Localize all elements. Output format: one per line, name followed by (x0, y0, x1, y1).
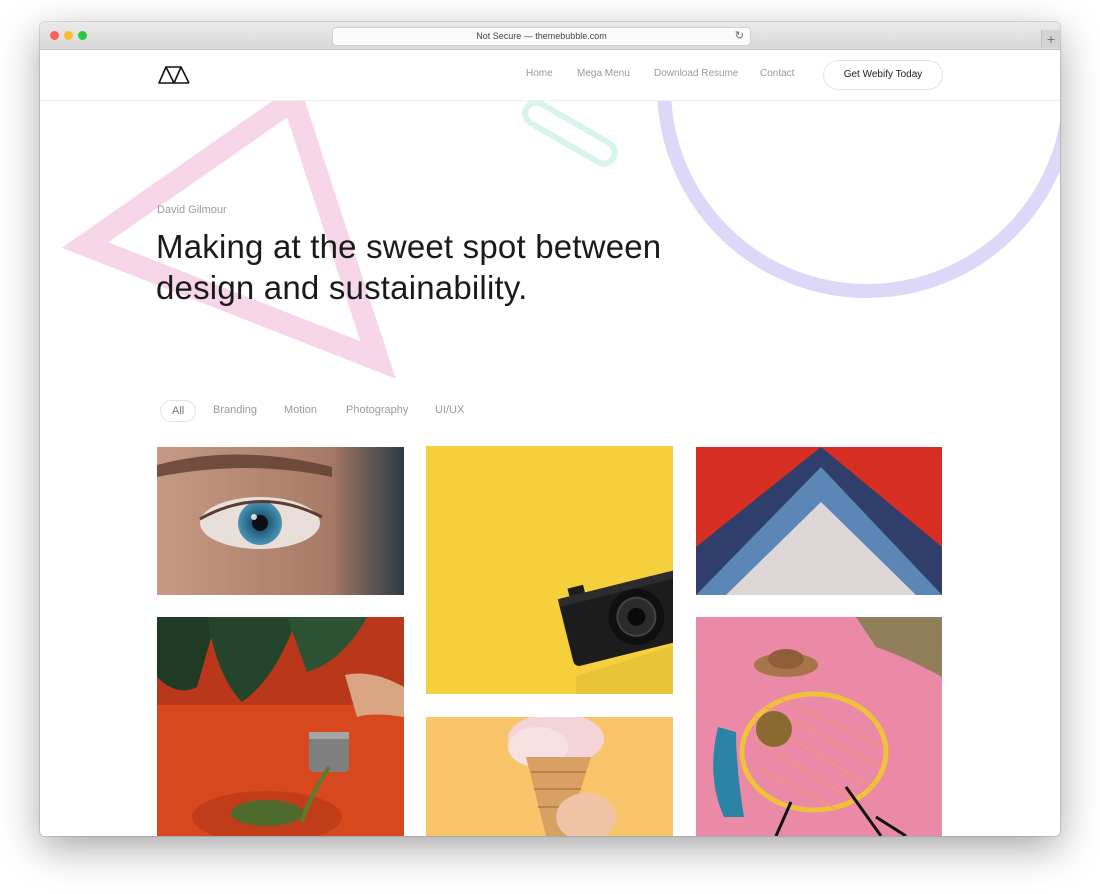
address-bar[interactable]: Not Secure — themebubble.com ↻ (332, 27, 751, 46)
eye-closeup-photo (157, 447, 404, 595)
filter-branding[interactable]: Branding (213, 400, 257, 420)
ice-cream-cone-photo (426, 717, 673, 836)
nav-link-home[interactable]: Home (526, 68, 553, 79)
zoom-window-icon[interactable] (78, 31, 87, 40)
reload-icon[interactable]: ↻ (735, 28, 744, 45)
camera-on-yellow-photo (426, 446, 673, 694)
portfolio-item-eye[interactable] (157, 447, 404, 595)
browser-window: Not Secure — themebubble.com ↻ + Home Me… (40, 22, 1060, 836)
page-viewport: Home Mega Menu Download Resume Contact G… (40, 50, 1060, 836)
nav-link-download-resume[interactable]: Download Resume (654, 68, 739, 79)
address-text: Not Secure — themebubble.com (476, 31, 607, 41)
filter-photography[interactable]: Photography (346, 400, 408, 420)
pink-chair-still-life-photo (696, 617, 942, 836)
folded-paper-shapes-photo (696, 447, 942, 595)
portfolio-item-paper[interactable] (696, 447, 942, 595)
pouring-on-orange-photo (157, 617, 404, 836)
hero-headline-line-2: design and sustainability. (156, 269, 528, 306)
browser-toolbar: Not Secure — themebubble.com ↻ + (40, 22, 1060, 50)
portfolio-item-ice-cream[interactable] (426, 717, 673, 836)
portfolio-item-camera[interactable] (426, 446, 673, 694)
get-webify-button[interactable]: Get Webify Today (823, 60, 943, 90)
hero-headline-line-1: Making at the sweet spot between (156, 228, 662, 265)
site-header: Home Mega Menu Download Resume Contact G… (40, 50, 1060, 101)
filter-ui-ux[interactable]: UI/UX (435, 400, 464, 420)
nav-link-contact[interactable]: Contact (760, 68, 794, 79)
decorative-mint-pill (522, 99, 618, 167)
minimize-window-icon[interactable] (64, 31, 73, 40)
nav-link-mega-menu[interactable]: Mega Menu (577, 68, 630, 79)
portfolio-item-chair[interactable] (696, 617, 942, 836)
filter-all[interactable]: All (160, 400, 197, 422)
new-tab-icon[interactable]: + (1041, 30, 1060, 48)
close-window-icon[interactable] (50, 31, 59, 40)
filter-motion[interactable]: Motion (284, 400, 317, 420)
portfolio-item-pour[interactable] (157, 617, 404, 836)
hero-author-name: David Gilmour (157, 204, 227, 216)
webify-logo-icon[interactable] (157, 63, 191, 87)
